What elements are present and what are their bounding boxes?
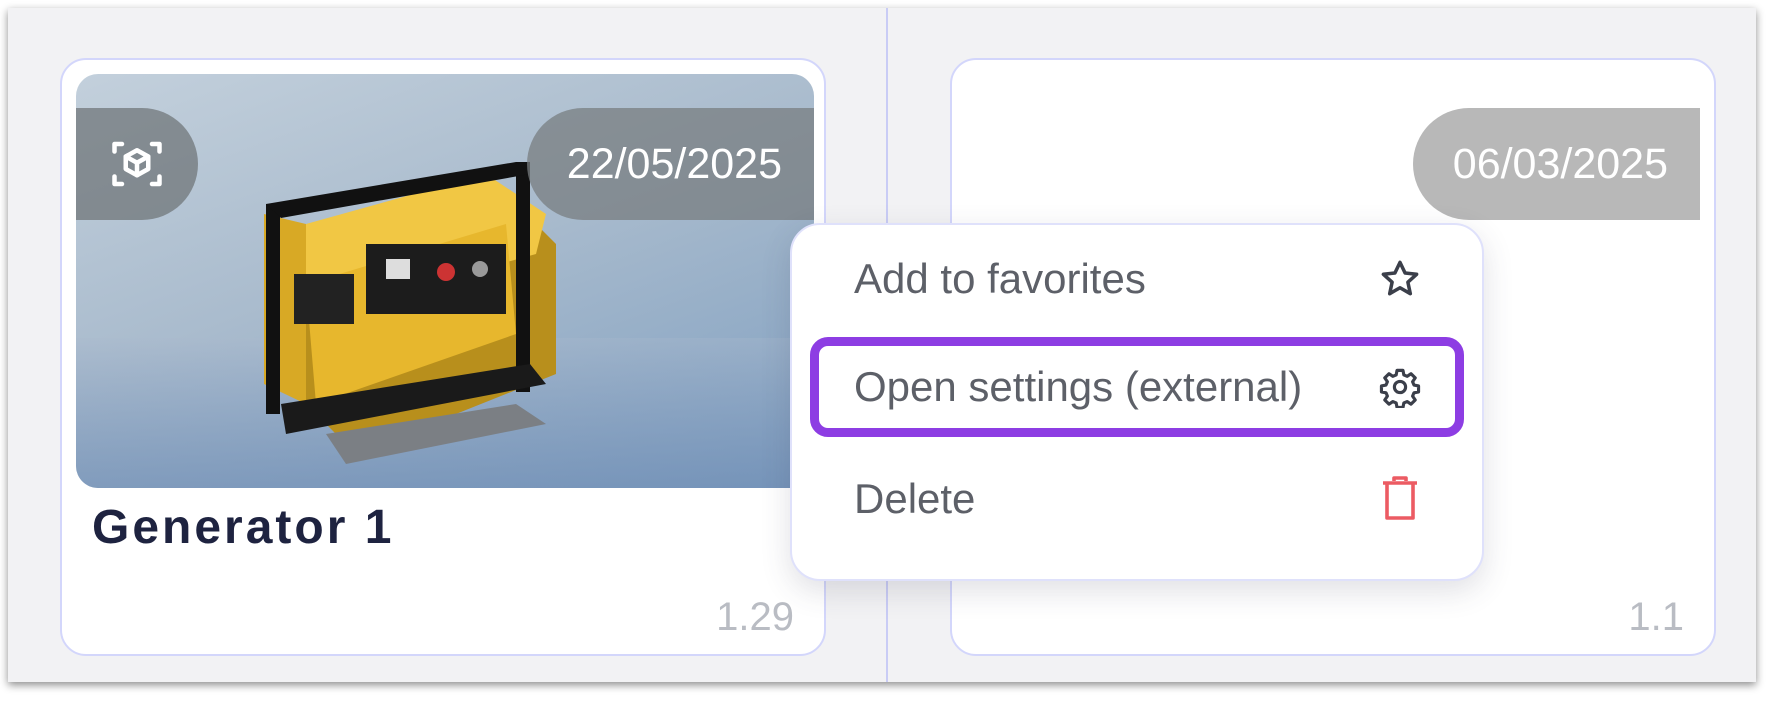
ar-cube-icon <box>107 134 167 194</box>
date-badge: 22/05/2025 <box>526 108 814 220</box>
menu-item-label: Open settings (external) <box>854 363 1303 410</box>
card-size: 1.29 <box>716 595 794 639</box>
card-size: 1.1 <box>1628 595 1684 639</box>
model-thumbnail[interactable]: 22/05/2025 <box>76 74 814 488</box>
menu-item-add-to-favorites[interactable]: Add to favorites <box>810 229 1464 329</box>
trash-icon <box>1376 475 1424 523</box>
ar-badge[interactable] <box>76 108 198 220</box>
date-badge: 06/03/2025 <box>1412 108 1700 220</box>
menu-item-label: Add to favorites <box>854 255 1146 302</box>
menu-item-label: Delete <box>854 475 976 522</box>
app-frame: 22/05/2025 Generator 1 1.29 06/03/2025 ı… <box>8 8 1756 682</box>
menu-item-open-settings[interactable]: Open settings (external) <box>810 337 1464 437</box>
model-card[interactable]: 22/05/2025 Generator 1 1.29 <box>60 58 826 656</box>
menu-item-delete[interactable]: Delete <box>810 449 1464 549</box>
star-icon <box>1376 255 1424 303</box>
context-menu: Add to favorites Open settings (external… <box>790 223 1484 581</box>
gear-icon <box>1376 363 1424 411</box>
card-title: Generator 1 <box>92 501 395 554</box>
